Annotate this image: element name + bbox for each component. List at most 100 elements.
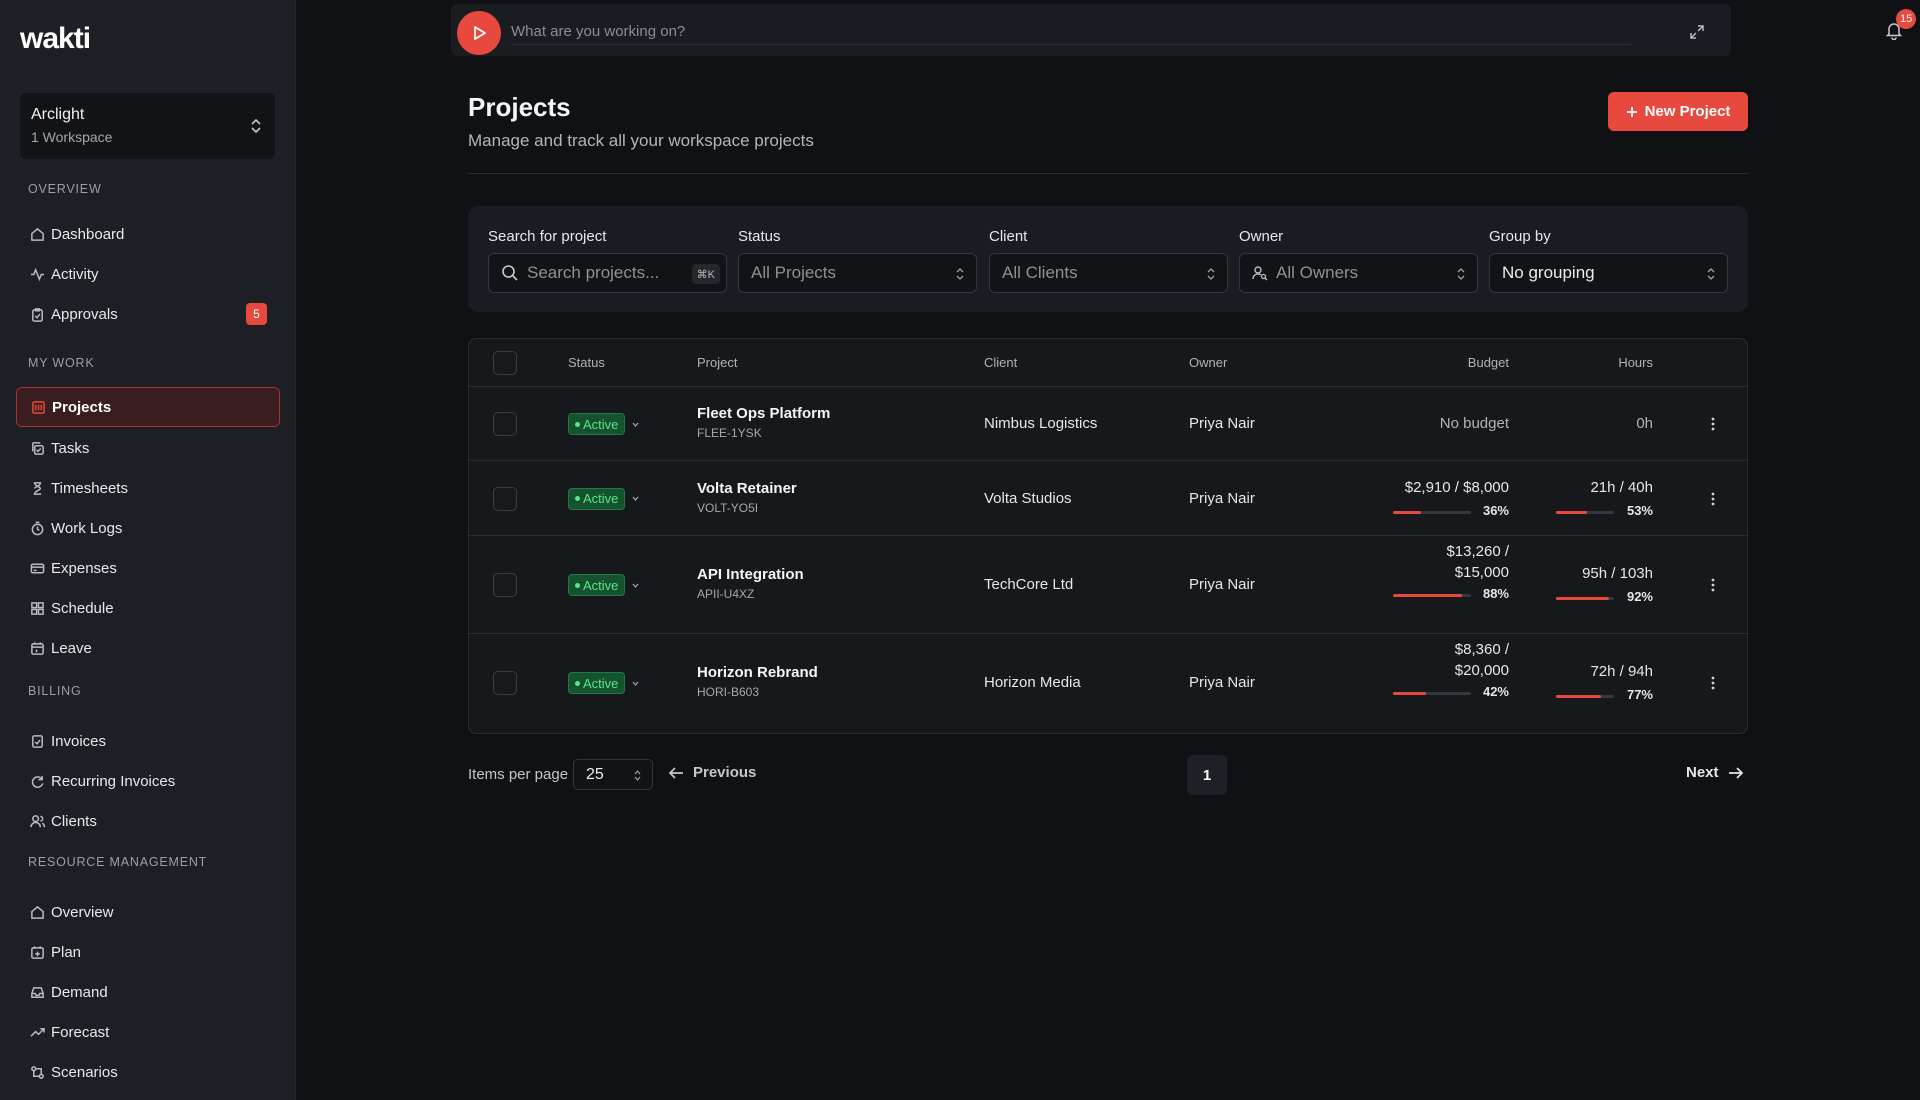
hours-value: 95h / 103h (1582, 565, 1653, 582)
sidebar-item-forecast[interactable]: Forecast (16, 1012, 280, 1052)
owner-filter-select[interactable]: All Owners (1239, 253, 1478, 293)
start-timer-button[interactable] (457, 11, 501, 55)
status-dropdown[interactable]: Active (568, 487, 640, 510)
row-checkbox[interactable] (493, 412, 517, 436)
workspace-switcher[interactable]: Arclight 1 Workspace (20, 93, 275, 159)
sidebar-item-label: Approvals (51, 305, 118, 323)
sidebar-item-dashboard[interactable]: Dashboard (16, 214, 280, 254)
budget-value: $2,910 / $8,000 (1404, 478, 1509, 496)
client-filter-select[interactable]: All Clients (989, 253, 1228, 293)
column-client[interactable]: Client (984, 355, 1017, 370)
new-project-button[interactable]: New Project (1608, 92, 1748, 131)
sidebar-section-heading: RESOURCE MANAGEMENT (28, 855, 208, 869)
search-input[interactable]: Search projects... ⌘K (488, 253, 727, 293)
project-name[interactable]: Fleet Ops Platform (697, 405, 830, 422)
sidebar-item-overview[interactable]: Overview (16, 892, 280, 932)
sidebar-item-schedule[interactable]: Schedule (16, 588, 280, 628)
table-row[interactable]: Active Volta Retainer VOLT-YO5I Volta Studi… (469, 461, 1747, 536)
sidebar-item-tasks[interactable]: Tasks (16, 428, 280, 468)
page-number-button[interactable]: 1 (1187, 755, 1227, 795)
app-logo[interactable]: wakti (20, 22, 91, 56)
task-description-input[interactable] (511, 19, 1631, 45)
status-dot-icon (575, 421, 580, 427)
expand-icon[interactable] (1689, 24, 1705, 40)
sidebar-item-scenarios[interactable]: Scenarios (16, 1052, 280, 1092)
more-vertical-icon[interactable] (1709, 577, 1717, 593)
sidebar-item-label: Projects (52, 398, 112, 416)
more-vertical-icon[interactable] (1709, 675, 1717, 691)
owner-name: Priya Nair (1189, 674, 1255, 691)
status-dropdown[interactable]: Active (568, 574, 640, 596)
previous-page-button[interactable]: Previous (668, 764, 756, 781)
status-label: Active (583, 491, 619, 506)
budget-progress-fill (1393, 510, 1422, 514)
items-per-page-value: 25 (586, 765, 604, 783)
table-row[interactable]: Active Fleet Ops Platform FLEE-1YSK Nimbus … (469, 387, 1747, 461)
sidebar-item-demand[interactable]: Demand (16, 972, 280, 1012)
sidebar-item-invoices[interactable]: Invoices (16, 721, 280, 761)
table-row[interactable]: Active API Integration APII-U4XZ TechCore L… (469, 536, 1747, 634)
sidebar-item-plan[interactable]: Plan (16, 932, 280, 972)
sidebar-section-heading: OVERVIEW (28, 182, 102, 196)
chevron-down-icon (632, 496, 639, 502)
next-page-button[interactable]: Next (1686, 764, 1744, 781)
sidebar-item-expenses[interactable]: Expenses (16, 548, 280, 588)
chevron-down-icon (632, 583, 639, 588)
row-checkbox[interactable] (493, 671, 517, 695)
copy-check-icon (29, 440, 45, 456)
sidebar-item-timesheets[interactable]: Timesheets (16, 468, 280, 508)
budget-total: $15,000 (1454, 564, 1509, 581)
sidebar-item-activity[interactable]: Activity (16, 254, 280, 294)
chevrons-up-down-icon (956, 268, 964, 280)
select-all-checkbox[interactable] (493, 351, 517, 375)
home-icon (29, 226, 45, 242)
status-label: Active (583, 577, 619, 593)
file-check-icon (29, 733, 45, 749)
sidebar-item-approvals[interactable]: Approvals 5 (16, 294, 280, 334)
client-name: Horizon Media (984, 674, 1081, 691)
sidebar-item-work-logs[interactable]: Work Logs (16, 508, 280, 548)
sidebar-item-projects[interactable]: Projects (16, 387, 280, 427)
budget-percent: 36% (1482, 502, 1509, 518)
status-filter-select[interactable]: All Projects (738, 253, 977, 293)
row-checkbox[interactable] (493, 486, 517, 511)
hours-percent: 92% (1626, 589, 1653, 604)
budget-spent: $13,260 / (1446, 543, 1509, 560)
search-label: Search for project (488, 228, 607, 245)
briefcase-icon (30, 399, 46, 415)
home-icon (29, 904, 45, 920)
table-row[interactable]: Active Horizon Rebrand HORI-B603 Horizon Me… (469, 634, 1747, 732)
client-name: Volta Studios (984, 489, 1072, 507)
project-name[interactable]: Volta Retainer (697, 480, 797, 497)
status-dropdown[interactable]: Active (568, 413, 640, 435)
sidebar-item-label: Schedule (51, 599, 114, 617)
chevrons-up-down-icon (1707, 268, 1715, 280)
sidebar-section-heading: MY WORK (28, 356, 95, 370)
status-dropdown[interactable]: Active (568, 672, 640, 694)
column-project[interactable]: Project (697, 355, 737, 370)
column-budget[interactable]: Budget (1369, 355, 1509, 370)
sidebar-item-label: Tasks (51, 439, 90, 457)
status-label: Active (583, 675, 619, 691)
project-name[interactable]: API Integration (697, 566, 804, 583)
owner-name: Priya Nair (1189, 576, 1255, 593)
owner-name: Priya Nair (1189, 489, 1255, 507)
budget-progress-bar (1393, 594, 1471, 597)
budget-percent: 42% (1482, 684, 1509, 699)
column-status[interactable]: Status (568, 355, 605, 370)
sidebar-item-recurring-invoices[interactable]: Recurring Invoices (16, 761, 280, 801)
chevron-down-icon (632, 681, 639, 686)
items-per-page-select[interactable]: 25 (573, 759, 653, 790)
row-checkbox[interactable] (493, 573, 517, 597)
activity-icon (29, 266, 45, 282)
column-owner[interactable]: Owner (1189, 355, 1227, 370)
sidebar-item-clients[interactable]: Clients (16, 801, 280, 841)
column-hours[interactable]: Hours (1513, 355, 1653, 370)
sidebar-item-label: Demand (51, 983, 108, 1001)
project-name[interactable]: Horizon Rebrand (697, 664, 818, 681)
more-vertical-icon[interactable] (1709, 416, 1717, 432)
more-vertical-icon[interactable] (1709, 491, 1717, 507)
sidebar-item-leave[interactable]: Leave (16, 628, 280, 668)
hours-percent: 77% (1626, 687, 1653, 702)
group-by-select[interactable]: No grouping (1489, 253, 1728, 293)
